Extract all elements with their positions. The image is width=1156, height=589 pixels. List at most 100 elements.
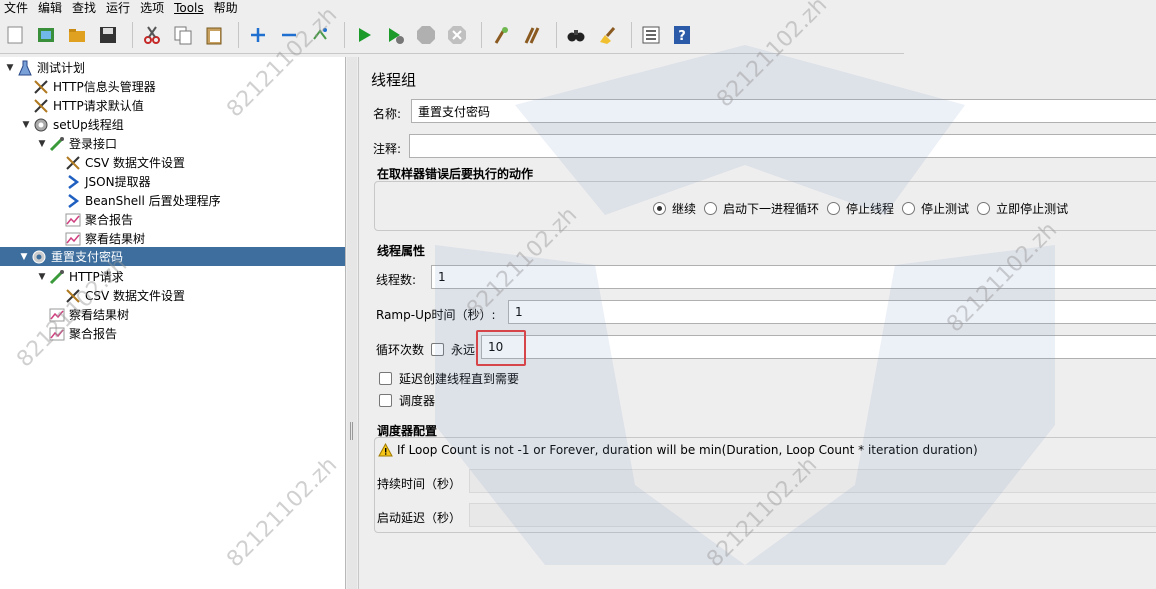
tree-node-label: HTTP请求	[69, 270, 124, 284]
radio-button[interactable]	[704, 202, 718, 215]
clear-icon[interactable]	[488, 22, 514, 48]
new-icon[interactable]	[2, 22, 28, 48]
startup-delay-field[interactable]	[469, 503, 1156, 527]
radio-stop-test[interactable]: 停止测试	[902, 200, 969, 217]
sampler-icon	[48, 269, 66, 285]
clear-all-icon[interactable]	[519, 22, 545, 48]
listener-icon	[48, 326, 66, 342]
tree-node[interactable]: 察看结果树	[52, 229, 145, 248]
tree-node[interactable]: CSV 数据文件设置	[52, 153, 185, 172]
loop-label: 循环次数	[376, 343, 425, 357]
tree-node-label: 重置支付密码	[51, 250, 124, 264]
gear-icon	[32, 117, 50, 133]
threads-field[interactable]: 1	[431, 265, 1156, 289]
tree-node-label: 察看结果树	[85, 232, 146, 246]
thread-group-panel: 线程组 名称: 重置支付密码 注释: 在取样器错误后要执行的动作 继续 启动下一…	[358, 57, 1156, 589]
copy-icon[interactable]	[170, 22, 196, 48]
tree-expander[interactable]: ▼	[36, 272, 48, 282]
test-plan-tree: ▼ 测试计划 HTTP信息头管理器 HTTP请求默认值 ▼ setUp线程组 ▼…	[0, 57, 346, 589]
splitter-grip[interactable]	[350, 422, 353, 440]
checkbox[interactable]	[431, 343, 444, 356]
cut-icon[interactable]	[139, 22, 165, 48]
toggle-icon[interactable]	[307, 22, 333, 48]
tree-node[interactable]: BeanShell 后置处理程序	[52, 191, 221, 210]
startup-delay-label: 启动延迟（秒）	[377, 511, 462, 525]
scheduler-warning: If Loop Count is not -1 or Forever, dura…	[378, 443, 978, 457]
tree-node[interactable]: 察看结果树	[36, 305, 129, 324]
tree-node-label: CSV 数据文件设置	[85, 156, 186, 170]
radio-button[interactable]	[827, 202, 841, 215]
panel-title: 线程组	[371, 71, 417, 89]
templates-icon[interactable]	[33, 22, 59, 48]
start-icon[interactable]	[351, 22, 377, 48]
paste-icon[interactable]	[201, 22, 227, 48]
tree-node[interactable]: 聚合报告	[52, 210, 133, 229]
highlight-box	[476, 330, 526, 366]
reset-search-icon[interactable]	[594, 22, 620, 48]
tree-node[interactable]: CSV 数据文件设置	[52, 286, 185, 305]
shutdown-icon[interactable]	[444, 22, 470, 48]
radio-button[interactable]	[902, 202, 916, 215]
duration-label: 持续时间（秒）	[377, 477, 462, 491]
radio-stop-thread[interactable]: 停止线程	[827, 200, 894, 217]
tree-node[interactable]: 聚合报告	[36, 324, 117, 343]
stop-icon[interactable]	[413, 22, 439, 48]
open-icon[interactable]	[64, 22, 90, 48]
checkbox[interactable]	[379, 394, 392, 407]
delay-thread-checkbox[interactable]: 延迟创建线程直到需要	[379, 370, 519, 387]
rampup-field[interactable]: 1	[508, 300, 1156, 324]
thread-properties-title: 线程属性	[377, 244, 426, 258]
menu-tools[interactable]: Tools	[174, 1, 204, 15]
config-tool-icon	[32, 79, 50, 95]
radio-continue[interactable]: 继续	[653, 200, 696, 217]
tree-node[interactable]: JSON提取器	[52, 172, 151, 191]
menu-run[interactable]: 运行	[106, 1, 130, 15]
forever-label: 永远	[451, 343, 476, 357]
sampler-icon	[48, 136, 66, 152]
help-icon[interactable]: ?	[669, 22, 695, 48]
comment-field[interactable]	[409, 134, 1156, 158]
menu-file[interactable]: 文件	[4, 1, 28, 15]
toolbar-separator	[631, 22, 632, 48]
radio-button[interactable]	[977, 202, 991, 215]
tree-node[interactable]: ▼ 测试计划	[4, 58, 85, 77]
toolbar: ?	[0, 17, 904, 54]
tree-expander[interactable]: ▼	[36, 139, 48, 149]
radio-label: 停止测试	[921, 202, 970, 216]
function-helper-icon[interactable]	[638, 22, 664, 48]
collapse-icon[interactable]	[276, 22, 302, 48]
radio-stop-test-now[interactable]: 立即停止测试	[977, 200, 1068, 217]
tree-node[interactable]: ▼ 登录接口	[36, 134, 117, 153]
menu-options[interactable]: 选项	[140, 1, 164, 15]
tree-expander[interactable]: ▼	[18, 252, 30, 262]
start-no-pause-icon[interactable]	[382, 22, 408, 48]
tree-node-label: CSV 数据文件设置	[85, 289, 186, 303]
tree-node-label: 测试计划	[37, 61, 86, 75]
tree-expander[interactable]: ▼	[20, 120, 32, 130]
tree-node[interactable]: HTTP信息头管理器	[20, 77, 156, 96]
expand-icon[interactable]	[245, 22, 271, 48]
save-icon[interactable]	[95, 22, 121, 48]
tree-node[interactable]: ▼ HTTP请求	[36, 267, 124, 286]
rampup-label: Ramp-Up时间（秒）:	[376, 308, 496, 322]
checkbox[interactable]	[379, 372, 392, 385]
radio-button-selected[interactable]	[653, 202, 666, 215]
menu-help[interactable]: 帮助	[214, 1, 238, 15]
forever-checkbox[interactable]: 永远	[431, 341, 475, 358]
search-icon[interactable]	[563, 22, 589, 48]
tree-node[interactable]: HTTP请求默认值	[20, 96, 144, 115]
tree-node-selected[interactable]: ▼ 重置支付密码	[0, 247, 345, 266]
radio-start-next-loop[interactable]: 启动下一进程循环	[704, 200, 819, 217]
scheduler-checkbox[interactable]: 调度器	[379, 392, 435, 409]
duration-field[interactable]	[469, 469, 1156, 493]
toolbar-separator	[344, 22, 345, 48]
loop-count-field[interactable]: 10	[481, 335, 1156, 359]
tree-expander[interactable]: ▼	[4, 63, 16, 73]
tree-node-label: BeanShell 后置处理程序	[85, 194, 221, 208]
menu-edit[interactable]: 编辑	[38, 1, 62, 15]
name-field[interactable]: 重置支付密码	[411, 99, 1156, 123]
panel-splitter[interactable]	[347, 57, 357, 589]
tree-node[interactable]: ▼ setUp线程组	[20, 115, 124, 134]
delay-thread-label: 延迟创建线程直到需要	[399, 372, 520, 386]
menu-search[interactable]: 查找	[72, 1, 96, 15]
